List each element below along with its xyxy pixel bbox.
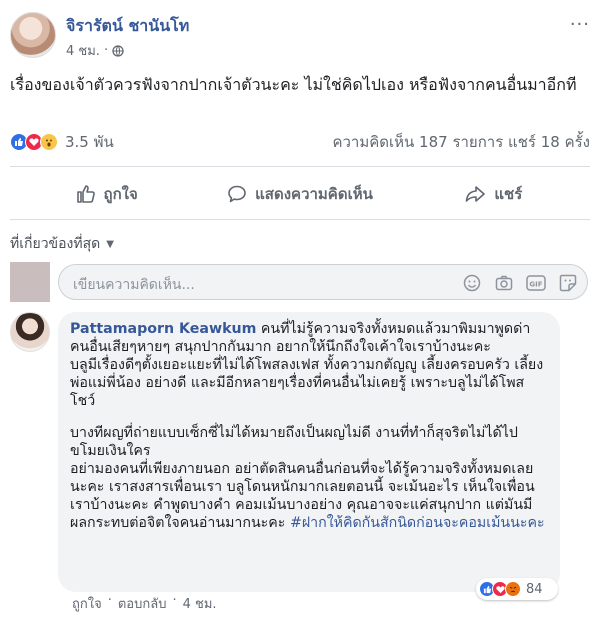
comment-actions: ถูกใจ · ตอบกลับ · 4 ชม. xyxy=(72,593,217,614)
commenter-name[interactable]: Pattamaporn Keawkum xyxy=(70,321,256,337)
comment-reactions[interactable]: 84 xyxy=(476,578,558,600)
more-options-icon[interactable]: ··· xyxy=(570,14,590,35)
camera-icon[interactable] xyxy=(493,272,515,294)
share-button[interactable]: แชร์ xyxy=(397,173,590,215)
thumbs-up-icon xyxy=(76,184,96,204)
comment-bubble: Pattamaporn Keawkum คนที่ไม่รู้ความจริงท… xyxy=(58,312,560,592)
reaction-icons[interactable] xyxy=(10,133,58,151)
post-header: จิรารัตน์ ชานันโท 4 ชม. · ··· xyxy=(10,12,590,60)
like-button[interactable]: ถูกใจ xyxy=(10,173,203,215)
post-meta: 4 ชม. · xyxy=(66,40,124,61)
comment-button[interactable]: แสดงความคิดเห็น xyxy=(203,173,396,215)
post-time[interactable]: 4 ชม. xyxy=(66,40,100,61)
comment-time[interactable]: 4 ชม. xyxy=(183,593,217,614)
globe-icon[interactable] xyxy=(112,44,124,57)
comment-paragraph: Pattamaporn Keawkum คนที่ไม่รู้ความจริงท… xyxy=(70,320,548,356)
comment-reaction-count: 84 xyxy=(526,581,543,597)
comment-sort-label: ที่เกี่ยวข้องที่สุด xyxy=(10,236,101,252)
share-button-label: แชร์ xyxy=(494,185,523,203)
comment-paragraph: บางทีผญที่ถ่ายแบบเซ็กซี่ไม่ได้หมายถึงเป็… xyxy=(70,425,518,459)
angry-reaction-icon xyxy=(505,581,521,597)
comment-button-label: แสดงความคิดเห็น xyxy=(255,185,373,203)
wow-reaction-icon xyxy=(40,133,58,151)
gif-icon[interactable]: GIF xyxy=(525,272,547,294)
post-text: เรื่องของเจ้าตัวควรฟังจากปากเจ้าตัวนะคะ … xyxy=(10,75,577,94)
post-stats[interactable]: ความคิดเห็น 187 รายการ แชร์ 18 ครั้ง xyxy=(332,130,590,154)
comment-like-link[interactable]: ถูกใจ xyxy=(72,593,102,614)
comment-paragraph: บลูมีเรื่องดีๆตั้งเยอะแยะที่ไม่ได้โพสลงเ… xyxy=(70,357,544,409)
author-avatar[interactable] xyxy=(10,12,56,58)
comment-sort-dropdown[interactable]: ที่เกี่ยวข้องที่สุด ▼ xyxy=(10,233,114,255)
commenter-avatar[interactable] xyxy=(10,312,50,352)
action-separator: · xyxy=(107,593,112,608)
emoji-icon[interactable] xyxy=(461,272,483,294)
author-name[interactable]: จิรารัตน์ ชานันโท xyxy=(66,14,189,39)
divider xyxy=(10,166,590,167)
action-bar: ถูกใจ แสดงความคิดเห็น แชร์ xyxy=(10,173,590,215)
gif-icon-label: GIF xyxy=(529,281,542,289)
divider xyxy=(10,219,590,220)
comment-input[interactable]: เขียนความคิดเห็น... GIF xyxy=(58,264,588,300)
comment-input-placeholder: เขียนความคิดเห็น... xyxy=(73,277,195,293)
share-arrow-icon xyxy=(464,184,486,204)
action-separator: · xyxy=(172,593,177,608)
composer-tools: GIF xyxy=(461,272,579,294)
comment-paragraph: อย่ามองคนที่เพียงภายนอก อย่าตัดสินคนอื่น… xyxy=(70,460,548,532)
hashtag-link[interactable]: #ฝากให้คิดกันสักนิดก่อนจะคอมเม้นนะคะ xyxy=(290,515,545,531)
meta-separator: · xyxy=(103,43,109,58)
comment-composer: เขียนความคิดเห็น... GIF xyxy=(10,262,590,302)
like-button-label: ถูกใจ xyxy=(103,185,138,203)
reaction-count[interactable]: 3.5 พัน xyxy=(65,130,114,154)
sticker-icon[interactable] xyxy=(557,272,579,294)
current-user-avatar xyxy=(10,262,50,302)
reactions-bar: 3.5 พัน ความคิดเห็น 187 รายการ แชร์ 18 ค… xyxy=(10,130,590,154)
caret-down-icon: ▼ xyxy=(106,238,114,250)
comment-reply-link[interactable]: ตอบกลับ xyxy=(118,593,167,614)
comment-bubble-icon xyxy=(227,184,247,204)
